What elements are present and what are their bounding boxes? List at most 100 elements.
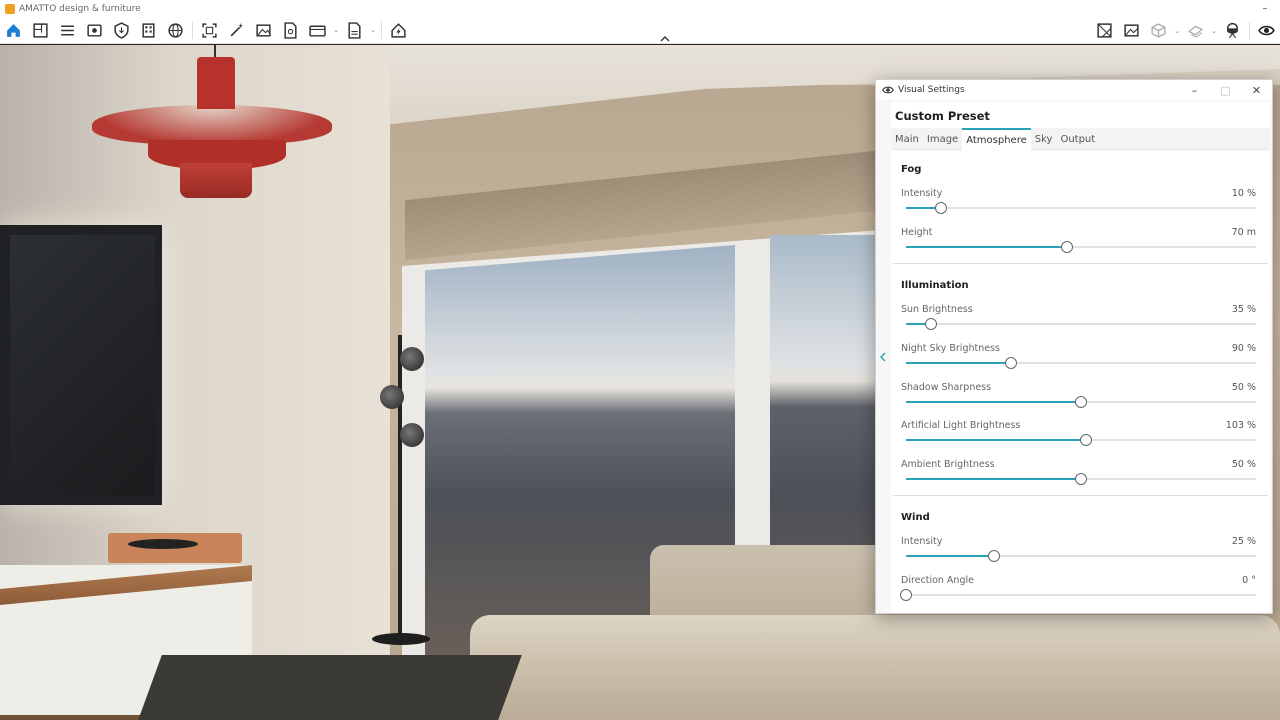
eye-icon[interactable] [1253,18,1280,43]
slider-thumb[interactable] [1075,473,1087,485]
pendant-lamp-shade-bottom [180,163,252,198]
cube-dropdown-chevron-icon[interactable]: ⌄ [1172,18,1182,43]
home-icon[interactable] [0,18,27,43]
fog-height-label: Height [901,227,933,238]
ambient-brightness-slider[interactable] [906,473,1256,485]
slider-thumb[interactable] [900,589,912,601]
ambient-brightness-label: Ambient Brightness [901,459,995,470]
panel-minimize-button[interactable]: – [1179,80,1210,100]
wind-intensity-slider[interactable] [906,550,1256,562]
ambient-brightness-value: 50 % [1231,459,1256,470]
coffee-table [138,655,522,720]
artificial-light-brightness-value: 103 % [1225,420,1256,431]
panel-collapse-chevron-icon[interactable] [878,350,888,364]
slider-fill [906,555,994,557]
toolbar-divider [1249,21,1250,40]
photo-icon[interactable] [1118,18,1145,43]
floorplan-icon[interactable] [27,18,54,43]
slider-fill [906,401,1081,403]
section-title-fog: Fog [901,164,922,175]
slider-thumb[interactable] [1075,396,1087,408]
slider-thumb[interactable] [924,318,937,330]
shadow-sharpness-slider[interactable] [906,396,1256,408]
slider-thumb[interactable] [935,202,947,214]
window-title: AMATTO design & furniture [19,3,141,14]
wind-intensity-label: Intensity [901,536,943,547]
fog-intensity-value: 10 % [1231,188,1256,199]
document-dropdown-chevron-icon[interactable]: ⌄ [368,18,378,43]
frame-icon[interactable] [196,18,223,43]
section-title-illumination: Illumination [901,280,969,291]
floor-lamp-bulb [400,423,424,447]
image-icon[interactable] [250,18,277,43]
minimize-button[interactable]: – [1250,0,1280,17]
panel-close-button[interactable]: ✕ [1241,80,1272,100]
floor-lamp-bulb [400,347,424,371]
pendant-lamp-top [197,57,235,109]
artificial-light-brightness-label: Artificial Light Brightness [901,420,1021,431]
shadow-sharpness-value: 50 % [1231,382,1256,393]
layers-icon[interactable] [1182,18,1209,43]
panel-maximize-button[interactable]: □ [1210,80,1241,100]
shield-export-icon[interactable] [108,18,135,43]
shadow-sharpness-label: Shadow Sharpness [901,382,992,393]
render-globe-icon[interactable] [162,18,189,43]
vr-headset-icon[interactable] [1219,18,1246,43]
slider-fill [906,478,1081,480]
pendant-lamp-cord [214,45,216,57]
night-sky-brightness-label: Night Sky Brightness [901,343,1000,354]
sun-brightness-value: 35 % [1231,304,1256,315]
fog-height-value: 70 m [1231,227,1256,238]
slider-fill [906,362,1011,364]
tab-sky[interactable]: Sky [1031,128,1057,150]
fog-intensity-slider[interactable] [906,202,1256,214]
visual-settings-panel: Visual Settings – □ ✕ Custom Preset Main… [875,79,1273,614]
sun-brightness-slider[interactable] [906,318,1256,330]
video-dropdown-chevron-icon[interactable]: ⌄ [331,18,341,43]
layers-dropdown-chevron-icon[interactable]: ⌄ [1209,18,1219,43]
tab-atmosphere[interactable]: Atmosphere [962,128,1031,150]
view-3d-icon[interactable] [81,18,108,43]
toolbar-divider [381,21,382,39]
toolbar-divider [192,21,193,39]
magic-wand-icon[interactable] [223,18,250,43]
slider-thumb[interactable] [987,550,1000,562]
slider-fill [906,439,1087,441]
floorplan-map-icon[interactable] [1091,18,1118,43]
section-divider [893,495,1268,496]
toolbar-collapse-chevron-icon[interactable] [657,33,673,45]
settings-tabs: Main Image Atmosphere Sky Output [891,128,1270,150]
floor-lamp-base [372,633,430,645]
pendant-lamp-shade [92,105,332,145]
preset-name: Custom Preset [895,109,990,123]
lightning-icon[interactable] [385,18,412,43]
building-icon[interactable] [135,18,162,43]
panel-body: Custom Preset Main Image Atmosphere Sky … [891,102,1270,612]
list-icon[interactable] [54,18,81,43]
app-logo [5,3,15,14]
panel-title: Visual Settings [898,85,965,95]
document-icon[interactable] [341,18,368,43]
direction-angle-label: Direction Angle [901,575,974,586]
night-sky-brightness-slider[interactable] [906,357,1256,369]
panel-titlebar[interactable]: Visual Settings – □ ✕ [876,80,1272,100]
tab-output[interactable]: Output [1056,128,1099,150]
night-sky-brightness-value: 90 % [1231,343,1256,354]
tab-main[interactable]: Main [891,128,923,150]
artificial-light-brightness-slider[interactable] [906,434,1256,446]
direction-angle-value: 0 ° [1242,575,1256,586]
window-titlebar: AMATTO design & furniture – [0,0,1280,17]
tab-image[interactable]: Image [923,128,962,150]
turntable-disc [128,539,198,549]
file-settings-icon[interactable] [277,18,304,43]
fog-height-slider[interactable] [906,241,1256,253]
cube-icon[interactable] [1145,18,1172,43]
section-title-wind: Wind [901,512,930,523]
video-icon[interactable] [304,18,331,43]
direction-angle-slider[interactable] [900,589,1256,601]
slider-thumb[interactable] [1080,434,1093,446]
slider-thumb[interactable] [1061,241,1073,253]
fog-intensity-label: Intensity [901,188,943,199]
slider-thumb[interactable] [1005,357,1017,369]
wind-intensity-value: 25 % [1231,536,1256,547]
